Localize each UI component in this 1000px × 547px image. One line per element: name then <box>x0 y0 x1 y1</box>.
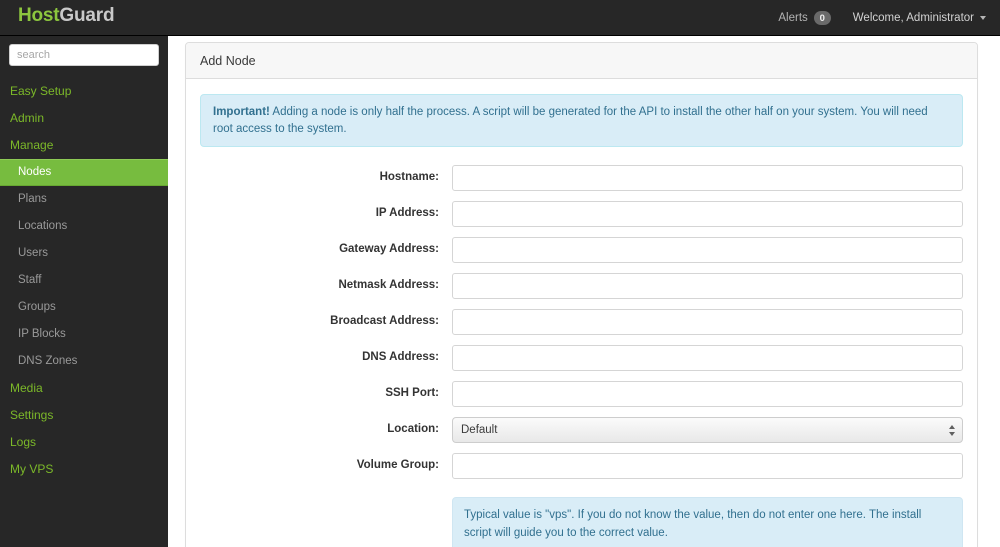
field-row-netmask-address: Netmask Address: <box>200 273 963 300</box>
sidebar-item-plans[interactable]: Plans <box>0 186 168 213</box>
ssh-port-input[interactable] <box>452 381 963 408</box>
sidebar-item-users[interactable]: Users <box>0 240 168 267</box>
alerts-label: Alerts <box>778 12 808 24</box>
field-row-hostname: Hostname: <box>200 165 963 192</box>
alerts-button[interactable]: Alerts 0 <box>778 11 831 25</box>
dns-address-input[interactable] <box>452 345 963 372</box>
gateway-address-control <box>452 237 963 264</box>
top-bar-right: Alerts 0 Welcome, Administrator <box>778 0 986 36</box>
sidebar-item-easy-setup[interactable]: Easy Setup <box>0 78 168 105</box>
gateway-address-input[interactable] <box>452 237 963 264</box>
location-select[interactable]: Default <box>452 417 963 444</box>
location-label: Location: <box>387 423 439 436</box>
field-row-location: Location: Default <box>200 417 963 444</box>
sidebar-item-locations[interactable]: Locations <box>0 213 168 240</box>
logo-text-guard: Guard <box>59 5 115 26</box>
add-node-panel: Add Node Important! Adding a node is onl… <box>185 42 978 547</box>
ip-address-input[interactable] <box>452 201 963 228</box>
main-content: Add Node Important! Adding a node is onl… <box>168 36 1000 547</box>
field-row-ip-address: IP Address: <box>200 201 963 228</box>
hostname-control <box>452 165 963 192</box>
field-row-ssh-port: SSH Port: <box>200 381 963 408</box>
important-notice-text: Adding a node is only half the process. … <box>213 106 928 135</box>
volume-group-help-wrap: Typical value is "vps". If you do not kn… <box>452 489 963 547</box>
logo-text-host: Host <box>18 5 60 26</box>
panel-title-bar: Add Node <box>186 43 977 79</box>
field-row-broadcast-address: Broadcast Address: <box>200 309 963 336</box>
broadcast-address-input[interactable] <box>452 309 963 336</box>
chevron-down-icon <box>980 16 986 20</box>
field-row-gateway-address: Gateway Address: <box>200 237 963 264</box>
broadcast-address-label: Broadcast Address: <box>330 315 439 328</box>
sidebar-item-my-vps[interactable]: My VPS <box>0 456 168 483</box>
important-notice: Important! Adding a node is only half th… <box>200 94 963 148</box>
important-notice-strong: Important! <box>213 106 270 118</box>
location-select-value: Default <box>461 424 498 437</box>
sidebar-nav: Easy Setup Admin Manage Nodes Plans Loca… <box>0 78 168 483</box>
sidebar-item-staff[interactable]: Staff <box>0 267 168 294</box>
field-row-volume-group-help: Typical value is "vps". If you do not kn… <box>200 489 963 547</box>
ip-address-control <box>452 201 963 228</box>
sidebar-item-admin[interactable]: Admin <box>0 105 168 132</box>
hostname-input[interactable] <box>452 165 963 192</box>
netmask-address-label: Netmask Address: <box>338 279 439 292</box>
volume-group-label: Volume Group: <box>356 459 439 472</box>
sidebar-item-dns-zones[interactable]: DNS Zones <box>0 348 168 375</box>
broadcast-address-control <box>452 309 963 336</box>
alerts-count-badge: 0 <box>813 11 831 25</box>
gateway-address-label: Gateway Address: <box>339 243 439 256</box>
ip-address-label: IP Address: <box>375 207 439 220</box>
volume-group-help-text: Typical value is "vps". If you do not kn… <box>452 497 963 547</box>
netmask-address-control <box>452 273 963 300</box>
field-row-volume-group: Volume Group: <box>200 453 963 480</box>
top-bar: HostGuard Alerts 0 Welcome, Administrato… <box>0 0 1000 36</box>
volume-group-input[interactable] <box>452 453 963 480</box>
volume-group-control <box>452 453 963 480</box>
field-row-dns-address: DNS Address: <box>200 345 963 372</box>
dns-address-label: DNS Address: <box>362 351 439 364</box>
page-title: Add Node <box>200 53 256 68</box>
user-menu-label: Welcome, Administrator <box>852 12 974 24</box>
ssh-port-label: SSH Port: <box>385 387 439 400</box>
sidebar-item-groups[interactable]: Groups <box>0 294 168 321</box>
sidebar-item-media[interactable]: Media <box>0 375 168 402</box>
sidebar-search <box>0 36 168 68</box>
ssh-port-control <box>452 381 963 408</box>
sidebar-item-ip-blocks[interactable]: IP Blocks <box>0 321 168 348</box>
sidebar: Easy Setup Admin Manage Nodes Plans Loca… <box>0 36 168 547</box>
sidebar-item-manage[interactable]: Manage <box>0 132 168 159</box>
panel-body: Important! Adding a node is only half th… <box>186 79 977 547</box>
netmask-address-input[interactable] <box>452 273 963 300</box>
app-logo[interactable]: HostGuard <box>18 5 115 27</box>
sidebar-item-logs[interactable]: Logs <box>0 429 168 456</box>
dns-address-control <box>452 345 963 372</box>
location-control: Default <box>452 417 963 444</box>
sidebar-item-nodes[interactable]: Nodes <box>0 159 168 186</box>
sidebar-item-settings[interactable]: Settings <box>0 402 168 429</box>
hostname-label: Hostname: <box>379 171 439 184</box>
search-input[interactable] <box>9 44 159 66</box>
user-menu[interactable]: Welcome, Administrator <box>853 12 986 24</box>
select-stepper-icon <box>946 421 957 439</box>
